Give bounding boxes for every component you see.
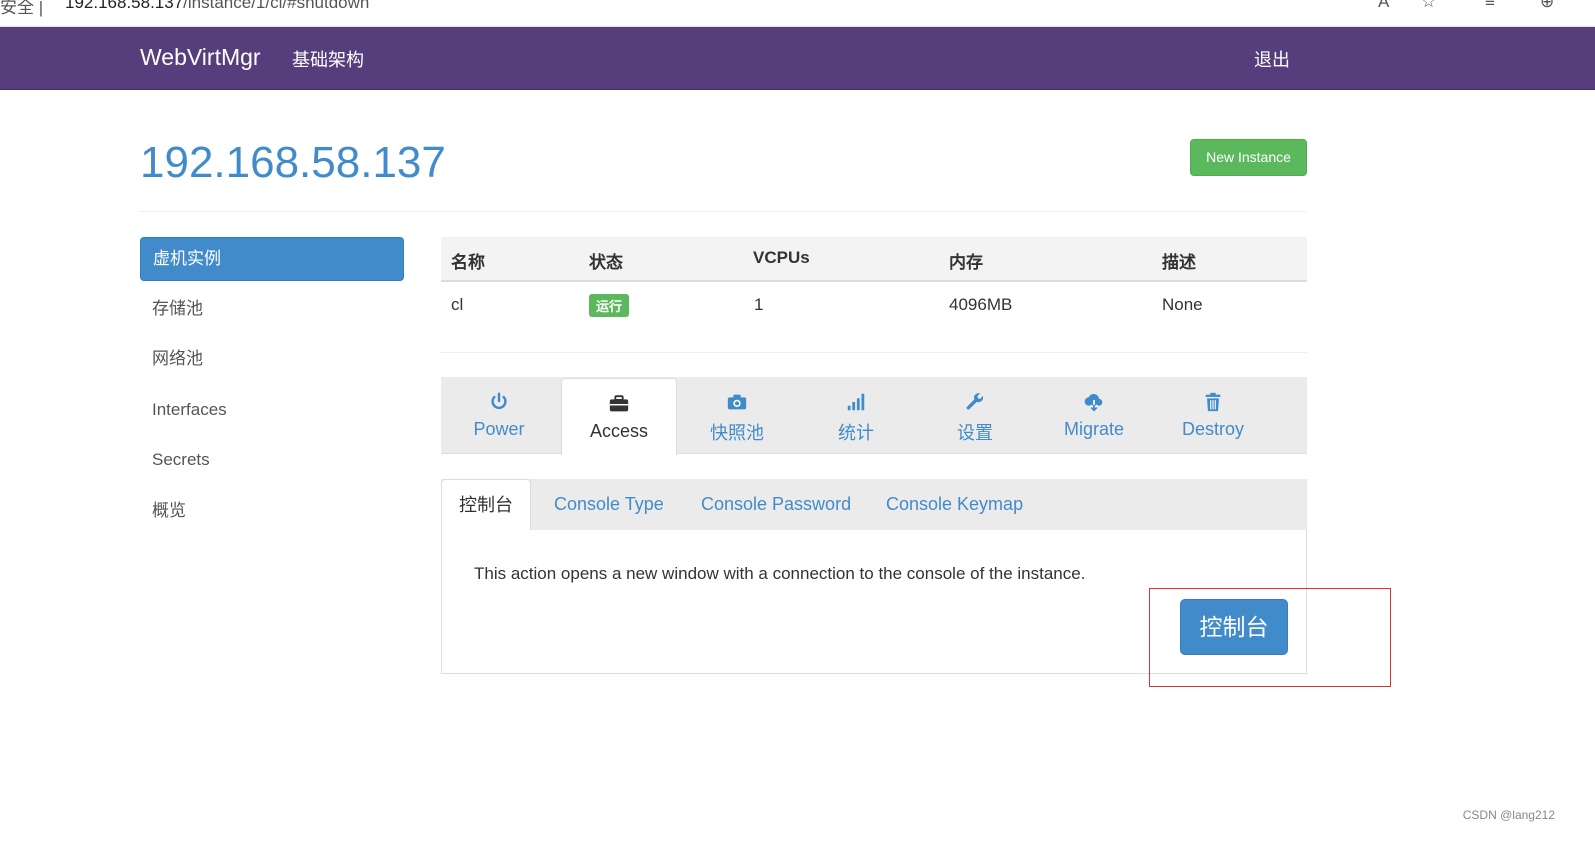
tab-settings[interactable]: 设置 xyxy=(917,377,1033,454)
briefcase-icon xyxy=(609,395,629,412)
tab-access[interactable]: Access xyxy=(561,378,677,456)
signal-bars-icon xyxy=(847,393,865,411)
action-tabs: Power Access 快照池 统计 设置 Migrate Destroy xyxy=(441,377,1307,456)
tab-destroy[interactable]: Destroy xyxy=(1155,377,1271,454)
annotation-highlight-box xyxy=(1149,588,1391,687)
watermark: CSDN @lang212 xyxy=(1462,808,1555,822)
navbar: WebVirtMgr 基础架构 退出 xyxy=(0,27,1595,90)
column-header-name: 名称 xyxy=(451,253,485,272)
sidebar-item-networks[interactable]: 网络池 xyxy=(140,337,404,381)
tab-snapshots[interactable]: 快照池 xyxy=(679,377,795,454)
column-header-status: 状态 xyxy=(589,253,623,272)
power-icon xyxy=(491,392,507,409)
camera-icon xyxy=(727,394,747,410)
secure-label: 安全 | xyxy=(0,0,44,17)
column-header-vcpus: VCPUs xyxy=(753,248,810,267)
page-title: 192.168.58.137 xyxy=(140,138,446,187)
nav-logout[interactable]: 退出 xyxy=(1254,46,1290,72)
subtab-console-keymap[interactable]: Console Keymap xyxy=(886,494,1023,515)
favorites-add-icon[interactable]: ☆ xyxy=(1421,0,1436,12)
cell-name: cl xyxy=(451,295,464,314)
tab-migrate[interactable]: Migrate xyxy=(1036,377,1152,454)
cell-vcpus: 1 xyxy=(754,295,764,314)
subtab-console-type[interactable]: Console Type xyxy=(554,494,664,515)
url-text[interactable]: 192.168.58.137/instance/1/cl/#shutdown xyxy=(65,0,369,13)
sidebar-item-instances[interactable]: 虚机实例 xyxy=(140,237,404,281)
collections-icon[interactable]: ⊕ xyxy=(1540,0,1554,12)
header-divider xyxy=(140,211,1307,212)
subtab-console[interactable]: 控制台 xyxy=(441,479,531,531)
cloud-download-icon xyxy=(1084,394,1103,412)
brand-link[interactable]: WebVirtMgr xyxy=(140,44,261,71)
cell-memory: 4096MB xyxy=(949,295,1013,314)
trash-icon xyxy=(1205,392,1221,412)
sidebar-item-storage[interactable]: 存储池 xyxy=(140,287,404,331)
new-instance-button[interactable]: New Instance xyxy=(1190,139,1307,176)
read-aloud-icon[interactable]: A’ xyxy=(1378,0,1392,12)
status-badge: 运行 xyxy=(589,294,630,317)
table-divider xyxy=(441,352,1307,353)
console-description: This action opens a new window with a co… xyxy=(474,564,1086,583)
cell-description: None xyxy=(1162,295,1203,314)
sidebar-item-secrets[interactable]: Secrets xyxy=(140,438,404,482)
console-subtabs: 控制台 Console Type Console Password Consol… xyxy=(441,479,1307,531)
column-header-description: 描述 xyxy=(1162,253,1196,272)
tab-stats[interactable]: 统计 xyxy=(798,377,914,454)
sidebar-item-interfaces[interactable]: Interfaces xyxy=(140,388,404,432)
reading-list-icon[interactable]: ≡ xyxy=(1485,0,1495,12)
subtab-console-password[interactable]: Console Password xyxy=(701,494,851,515)
column-header-memory: 内存 xyxy=(949,253,983,272)
nav-infrastructure[interactable]: 基础架构 xyxy=(292,46,364,72)
browser-address-bar[interactable]: 安全 | 192.168.58.137/instance/1/cl/#shutd… xyxy=(0,0,1595,27)
wrench-icon xyxy=(966,393,984,410)
tab-power[interactable]: Power xyxy=(441,377,557,454)
sidebar-item-overview[interactable]: 概览 xyxy=(140,489,404,533)
